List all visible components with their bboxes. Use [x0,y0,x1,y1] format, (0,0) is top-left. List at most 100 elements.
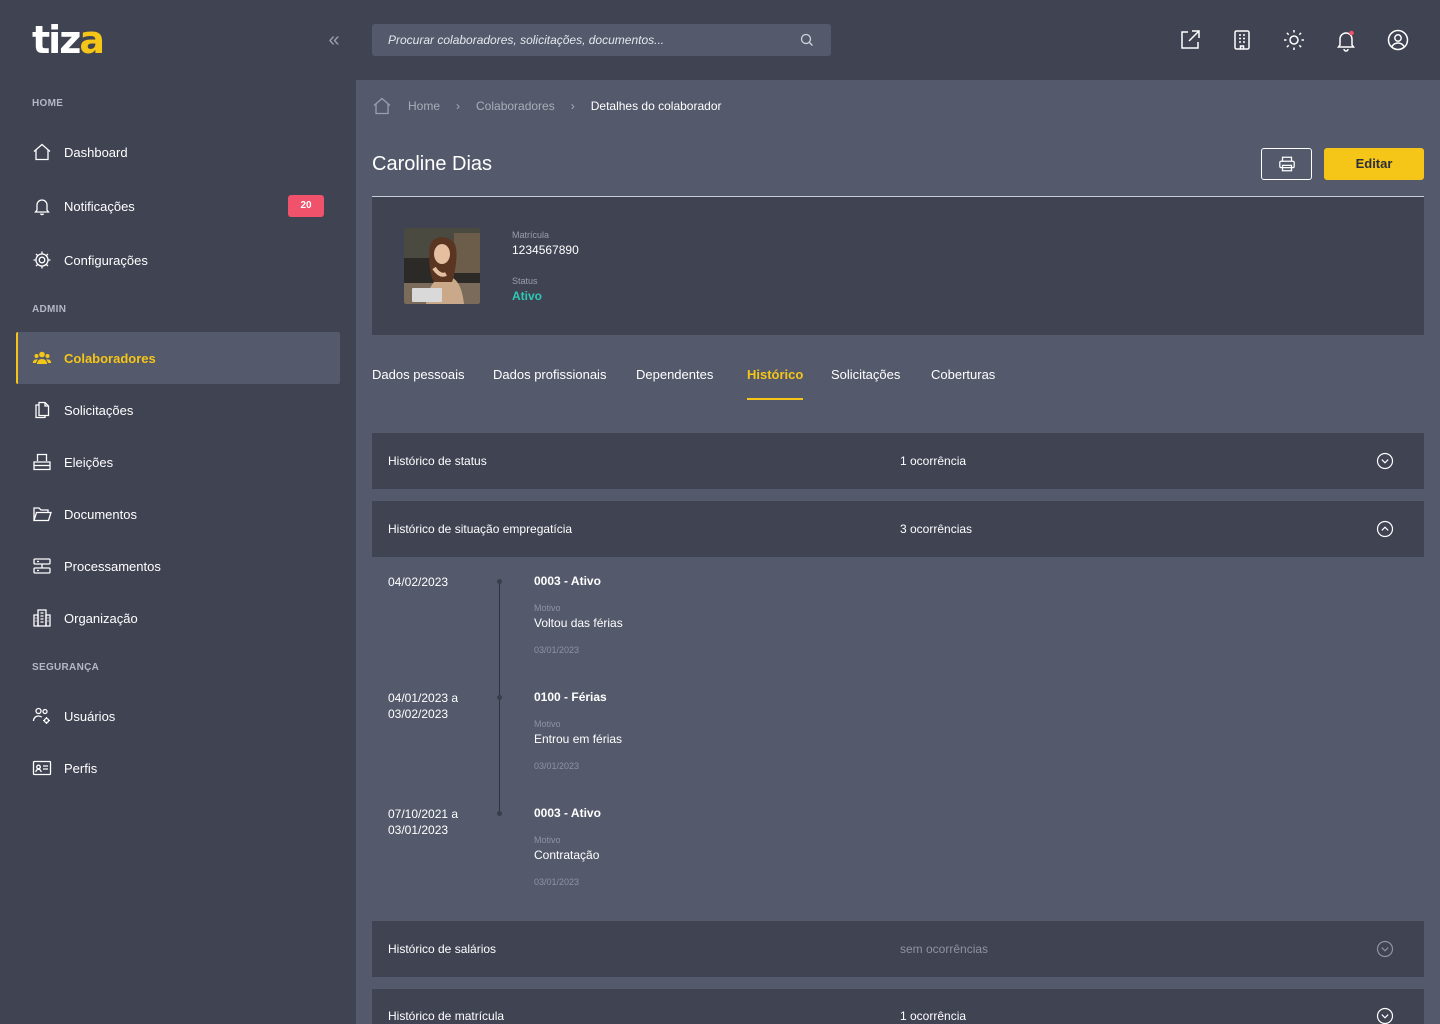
breadcrumb: Home › Colaboradores › Detalhes do colab… [372,96,722,116]
section-title-admin: ADMIN [32,304,67,315]
section-title-security: SEGURANÇA [32,662,100,673]
gear-icon [32,250,52,270]
sidebar-item-perfis[interactable]: Perfis [16,742,340,794]
home-icon [32,142,52,162]
sun-icon[interactable] [1282,28,1306,52]
search-icon[interactable] [799,32,815,48]
timeline-dot [497,695,502,700]
collapse-sidebar-icon[interactable]: « [324,30,344,50]
top-bar [356,0,1440,80]
status-label: Status [512,276,538,286]
profile-photo [404,228,480,304]
tiza-logo[interactable]: tiza [32,20,105,60]
bell-icon[interactable] [1334,28,1358,52]
timeline-code: 0003 - Ativo [534,806,601,820]
accordion-count: 1 ocorrência [900,1009,967,1023]
sidebar-item-label: Notificações [64,198,135,214]
accordion-title: Histórico de situação empregatícia [388,522,573,536]
notification-count-badge: 20 [288,195,324,217]
sidebar-item-solicitacoes[interactable]: Solicitações [16,384,340,436]
tab-historico[interactable]: Histórico [747,360,804,400]
copy-icon [32,400,52,420]
sidebar-item-configuracoes[interactable]: Configurações [16,234,340,286]
sidebar-item-processamentos[interactable]: Processamentos [16,540,340,592]
sidebar-item-label: Colaboradores [64,350,156,366]
print-button[interactable] [1261,148,1312,180]
accordion-count: sem ocorrências [900,942,989,956]
sidebar-item-label: Processamentos [64,558,161,574]
user-account-icon[interactable] [1386,28,1410,52]
registered-date: 03/01/2023 [534,645,580,655]
timeline-code: 0100 - Férias [534,690,607,704]
accordion-title: Histórico de matrícula [388,1009,505,1023]
tab-solicitacoes[interactable]: Solicitações [831,360,900,400]
sidebar-item-usuarios[interactable]: Usuários [16,690,340,742]
motivo-value: Entrou em férias [534,732,623,746]
printer-icon [1278,155,1296,173]
sidebar-item-documentos[interactable]: Documentos [16,488,340,540]
sidebar-item-colaboradores[interactable]: Colaboradores [16,332,340,384]
home-icon[interactable] [372,96,392,116]
accordion-count: 3 ocorrências [900,522,973,536]
page-title: Caroline Dias [372,153,493,175]
sidebar-item-label: Dashboard [64,144,128,160]
sidebar-item-organizacao[interactable]: Organização [16,592,340,644]
sidebar-item-label: Configurações [64,252,148,268]
profile-card: Matrícula 1234567890 Status Ativo [372,196,1424,335]
edit-button[interactable]: Editar [1324,148,1424,180]
timeline-code: 0003 - Ativo [534,574,601,588]
accordion-title: Histórico de salários [388,942,497,956]
sidebar-item-eleicoes[interactable]: Eleições [16,436,340,488]
accordion-title: Histórico de status [388,454,487,468]
users-icon [32,348,52,368]
building-icon [32,608,52,628]
chevron-down-circle-icon [1376,940,1394,958]
sidebar-item-label: Solicitações [64,402,134,418]
registered-date: 03/01/2023 [534,761,580,771]
tab-dependentes[interactable]: Dependentes [636,360,713,400]
search-box[interactable] [372,24,831,56]
sidebar: tiza « HOME Dashboard Notificações 20 Co… [0,0,356,1024]
matricula-value: 1234567890 [512,243,579,257]
sidebar-item-notificacoes[interactable]: Notificações 20 [16,180,340,232]
accordion-historico-status[interactable]: Histórico de status 1 ocorrência [372,433,1424,489]
sidebar-item-label: Documentos [64,506,137,522]
search-input[interactable] [388,33,799,47]
id-card-icon [32,758,52,778]
motivo-value: Contratação [534,848,600,862]
sidebar-item-label: Eleições [64,454,114,470]
breadcrumb-colaboradores[interactable]: Colaboradores [476,99,555,113]
accordion-historico-matricula[interactable]: Histórico de matrícula 1 ocorrência [372,989,1424,1024]
sidebar-item-label: Organização [64,610,138,626]
breadcrumb-home[interactable]: Home [408,99,440,113]
bell-icon [32,196,52,216]
tab-dados-profissionais[interactable]: Dados profissionais [493,360,606,400]
tab-coberturas[interactable]: Coberturas [931,360,995,400]
timeline-date: 07/10/2021 a 03/01/2023 [388,807,459,837]
timeline-dot [497,811,502,816]
timeline-date: 04/01/2023 a 03/02/2023 [388,691,459,721]
accordion-historico-salarios[interactable]: Histórico de salários sem ocorrências [372,921,1424,977]
sidebar-item-label: Perfis [64,760,98,776]
chevron-up-circle-icon[interactable] [1376,520,1394,538]
external-link-icon[interactable] [1178,28,1202,52]
registered-date: 03/01/2023 [534,877,580,887]
chevron-right-icon: › [570,99,575,113]
motivo-label: Motivo [534,835,561,845]
breadcrumb-current: Detalhes do colaborador [590,99,722,113]
chevron-right-icon: › [456,99,461,113]
sidebar-item-label: Usuários [64,708,116,724]
tab-dados-pessoais[interactable]: Dados pessoais [372,360,465,400]
server-icon [32,556,52,576]
building-icon[interactable] [1230,28,1254,52]
ballot-icon [32,452,52,472]
accordion-count: 1 ocorrência [900,454,967,468]
motivo-value: Voltou das férias [534,616,623,630]
motivo-label: Motivo [534,719,561,729]
motivo-label: Motivo [534,603,561,613]
chevron-down-circle-icon[interactable] [1376,1007,1394,1024]
accordion-historico-situacao[interactable]: Histórico de situação empregatícia 3 oco… [372,501,1424,557]
sidebar-item-dashboard[interactable]: Dashboard [16,126,340,178]
chevron-down-circle-icon[interactable] [1376,452,1394,470]
matricula-label: Matrícula [512,230,550,240]
